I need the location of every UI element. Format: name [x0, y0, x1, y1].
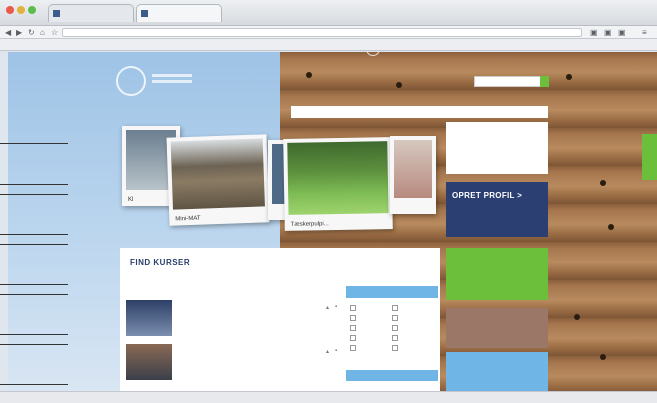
site-search-button[interactable]	[540, 76, 549, 87]
course-thumbnail	[126, 300, 172, 336]
photo-image	[287, 141, 389, 215]
site-search-input[interactable]	[474, 76, 544, 87]
slide-indicator-line	[0, 294, 68, 295]
close-window-icon[interactable]	[6, 6, 14, 14]
minimize-window-icon[interactable]	[17, 6, 25, 14]
photo-card[interactable]: Mini-MAT	[166, 134, 270, 226]
bookmark-star-icon[interactable]: ☆	[51, 28, 58, 37]
find-courses-panel: FIND KURSER ▴ ▪ ▴ ▪	[120, 248, 440, 391]
filter-heading	[346, 286, 438, 298]
slide-indicator-line	[0, 344, 68, 345]
extension-icon[interactable]: ▣	[590, 28, 598, 37]
site-logo-wordmark[interactable]	[152, 74, 192, 88]
photo-caption: Mini-MAT	[175, 215, 201, 223]
browser-tab-1[interactable]	[48, 4, 134, 22]
extension-icon[interactable]: ▣	[618, 28, 626, 37]
favicon-icon	[141, 10, 148, 17]
cta-big-text: OPRET PROFIL >	[452, 191, 523, 200]
decorative-ring	[456, 148, 472, 164]
course-filter	[346, 286, 438, 381]
photo-image	[170, 138, 265, 210]
browser-toolbar: ◀ ▶ ↻ ⌂ ☆ ▣ ▣ ▣ ≡	[0, 26, 657, 39]
web-page: Kl Mini-MAT Tæskerpulpi... OPRET PROFIL …	[8, 52, 657, 391]
feedback-tab[interactable]	[642, 134, 657, 180]
photo-card[interactable]: Tæskerpulpi...	[283, 137, 393, 231]
courses-title: FIND KURSER	[130, 258, 191, 267]
bookmarks-bar	[0, 39, 657, 51]
wood-hole	[574, 314, 580, 320]
reload-icon[interactable]: ↻	[28, 28, 35, 37]
address-bar[interactable]	[62, 28, 582, 37]
wood-hole	[306, 72, 312, 78]
favicon-icon	[53, 10, 60, 17]
info-icon[interactable]: ▴	[326, 304, 329, 311]
slide-indicator-line	[0, 234, 68, 235]
wood-hole	[600, 354, 606, 360]
zoom-window-icon[interactable]	[28, 6, 36, 14]
forward-arrow-icon[interactable]: ▶	[16, 28, 22, 37]
extension-icon[interactable]: ▣	[604, 28, 612, 37]
main-menu	[291, 106, 548, 118]
browser-tab-2[interactable]	[136, 4, 222, 22]
slide-indicator-line	[0, 334, 68, 335]
lock-icon: ▪	[335, 304, 338, 310]
lock-icon: ▪	[335, 348, 338, 354]
browser-statusbar	[0, 391, 657, 403]
cta-green-button[interactable]	[446, 248, 548, 300]
slide-indicator-line	[0, 244, 68, 245]
course-item[interactable]: ▴ ▪	[126, 300, 338, 338]
course-thumbnail	[126, 344, 172, 380]
photo-image	[394, 140, 432, 198]
wood-hole	[600, 180, 606, 186]
slide-indicator-line	[0, 384, 68, 385]
wood-hole	[396, 82, 402, 88]
slide-indicator-line	[0, 143, 68, 144]
create-profile-button[interactable]: OPRET PROFIL >	[446, 182, 548, 237]
wood-hole	[608, 224, 614, 230]
cta-brown-button[interactable]	[446, 308, 548, 348]
photo-card[interactable]	[390, 136, 436, 214]
photo-caption: Tæskerpulpi...	[290, 221, 329, 228]
course-item[interactable]: ▴ ▪	[126, 344, 338, 382]
filter-heading-2	[346, 370, 438, 381]
info-icon[interactable]: ▴	[326, 348, 329, 355]
home-icon[interactable]: ⌂	[40, 28, 45, 37]
browser-titlebar	[0, 0, 657, 26]
slide-indicator-line	[0, 194, 68, 195]
cta-blue-button[interactable]	[446, 352, 548, 391]
slide-indicator-line	[0, 284, 68, 285]
site-logo-icon[interactable]	[116, 66, 146, 96]
back-arrow-icon[interactable]: ◀	[5, 28, 11, 37]
menu-icon[interactable]: ≡	[642, 28, 647, 37]
slide-indicator-line	[0, 184, 68, 185]
wood-hole	[566, 74, 572, 80]
photo-caption: Kl	[128, 197, 134, 203]
